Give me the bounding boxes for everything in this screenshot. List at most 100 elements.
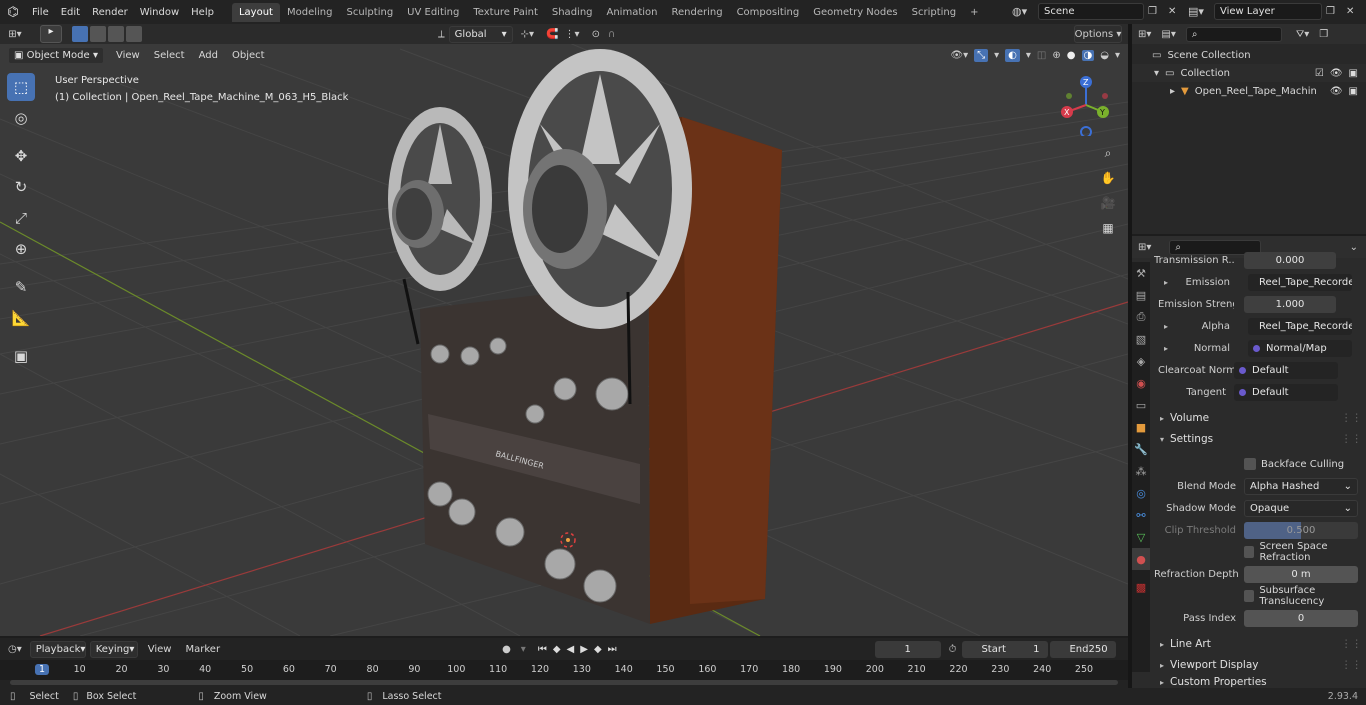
- falloff-icon[interactable]: ∩: [608, 29, 615, 40]
- backface-culling-checkbox[interactable]: [1244, 458, 1256, 470]
- exclude-checkbox-icon[interactable]: ☑: [1315, 68, 1324, 79]
- delete-view-layer-icon[interactable]: ✕: [1346, 6, 1358, 17]
- output-tab-icon[interactable]: ⎙: [1132, 306, 1150, 328]
- play-icon[interactable]: ▶: [580, 644, 588, 655]
- delete-scene-icon[interactable]: ✕: [1168, 6, 1182, 17]
- particles-tab-icon[interactable]: ⁂: [1132, 460, 1150, 482]
- visibility-icon[interactable]: 👁▾: [950, 50, 968, 61]
- view-layer-field[interactable]: View Layer: [1214, 3, 1322, 20]
- snap-icon[interactable]: 🧲: [546, 29, 558, 40]
- data-tab-icon[interactable]: ▽: [1132, 526, 1150, 548]
- transform-tool-icon[interactable]: ⊕: [7, 235, 35, 263]
- menu-file[interactable]: File: [26, 7, 55, 18]
- timeline-editor-icon[interactable]: ◷▾: [8, 644, 22, 655]
- record-icon[interactable]: ●: [502, 644, 511, 655]
- subsurface-translucency-row[interactable]: Subsurface Translucency: [1154, 585, 1366, 607]
- tool-tab-icon[interactable]: ⚒: [1132, 262, 1150, 284]
- subsurface-translucency-checkbox[interactable]: [1244, 590, 1255, 602]
- tab-shading[interactable]: Shading: [545, 3, 600, 22]
- cursor-tool-icon[interactable]: ◎: [7, 104, 35, 132]
- menu-add[interactable]: Add: [199, 50, 218, 61]
- tab-scripting[interactable]: Scripting: [905, 3, 963, 22]
- snap-settings-icon[interactable]: ⋮▾: [565, 29, 580, 40]
- drag-handle-icon[interactable]: ⋮⋮: [1341, 412, 1362, 424]
- scene-tab-icon[interactable]: ◈: [1132, 350, 1150, 372]
- xray-icon[interactable]: ◫: [1037, 50, 1046, 61]
- shading-dropdown-icon[interactable]: ▾: [1115, 50, 1120, 61]
- navigation-gizmo[interactable]: Z Y X: [1055, 74, 1117, 136]
- new-scene-icon[interactable]: ❐: [1148, 6, 1164, 17]
- overlay-toggle-icon[interactable]: ◐: [1005, 48, 1020, 62]
- overlay-dropdown-icon[interactable]: ▾: [1026, 50, 1031, 61]
- viewport-display-panel-header[interactable]: ▸ Viewport Display ⋮⋮: [1154, 655, 1366, 675]
- tab-sculpting[interactable]: Sculpting: [339, 3, 400, 22]
- camera-render-icon[interactable]: ▣: [1349, 68, 1358, 79]
- jump-end-icon[interactable]: ⏭: [608, 644, 617, 655]
- scene-icon[interactable]: ◍▾: [1012, 5, 1034, 18]
- new-view-layer-icon[interactable]: ❐: [1326, 6, 1342, 17]
- display-mode-icon[interactable]: ▤▾: [1161, 29, 1175, 40]
- play-reverse-icon[interactable]: ◀: [567, 644, 575, 655]
- outliner-row-object[interactable]: ▸ ▼ Open_Reel_Tape_Machin 👁 ▣: [1132, 82, 1366, 100]
- menu-view[interactable]: View: [116, 50, 140, 61]
- modifier-tab-icon[interactable]: 🔧: [1132, 438, 1150, 460]
- object-tab-icon[interactable]: ■: [1132, 416, 1150, 438]
- menu-window[interactable]: Window: [134, 7, 185, 18]
- filter-icon[interactable]: ⛛▾: [1296, 29, 1309, 40]
- add-workspace-icon[interactable]: +: [963, 3, 985, 22]
- wireframe-shading-icon[interactable]: ⊕: [1052, 50, 1060, 61]
- editor-type-icon[interactable]: ⊞▾: [0, 29, 30, 40]
- refraction-depth-field[interactable]: 0 m: [1244, 565, 1358, 583]
- eye-icon[interactable]: 👁: [1330, 86, 1343, 97]
- outliner-row-collection[interactable]: ▾ ▭ Collection ☑ 👁 ▣: [1132, 64, 1366, 82]
- new-collection-icon[interactable]: ❐: [1319, 29, 1328, 40]
- object-mode-dropdown[interactable]: ▣ Object Mode ▾: [8, 46, 104, 64]
- annotate-tool-icon[interactable]: ✎: [7, 273, 35, 301]
- alpha-link-field[interactable]: Reel_Tape_Recorder...: [1248, 317, 1353, 335]
- next-keyframe-icon[interactable]: ◆: [594, 644, 602, 655]
- solid-shading-icon[interactable]: ●: [1067, 50, 1076, 61]
- world-tab-icon[interactable]: ◉: [1132, 372, 1150, 394]
- box-select-invert-icon[interactable]: [126, 26, 142, 42]
- outliner-editor-icon[interactable]: ⊞▾: [1138, 29, 1151, 40]
- move-tool-icon[interactable]: ✥: [7, 142, 35, 170]
- drag-handle-icon[interactable]: ⋮⋮: [1341, 638, 1362, 650]
- tab-modeling[interactable]: Modeling: [280, 3, 340, 22]
- tab-uv-editing[interactable]: UV Editing: [400, 3, 466, 22]
- outliner-search-input[interactable]: ⌕: [1185, 26, 1282, 42]
- view-layer-tab-icon[interactable]: ▧: [1132, 328, 1150, 350]
- transform-orientation-dropdown[interactable]: Global ▾: [448, 25, 513, 43]
- options-button[interactable]: Options ▾: [1074, 25, 1122, 43]
- pan-hand-icon[interactable]: ✋: [1097, 167, 1119, 189]
- end-frame-field[interactable]: End 250: [1050, 640, 1117, 658]
- menu-object[interactable]: Object: [232, 50, 265, 61]
- box-select-extend-icon[interactable]: [90, 26, 106, 42]
- tab-texture-paint[interactable]: Texture Paint: [466, 3, 545, 22]
- pivot-icon[interactable]: ⊹▾: [521, 29, 534, 40]
- blender-logo-icon[interactable]: ⌬: [0, 5, 26, 20]
- emission-strength-field[interactable]: 1.000: [1244, 295, 1336, 313]
- custom-properties-panel-header[interactable]: ▸ Custom Properties: [1154, 676, 1366, 688]
- transmission-field[interactable]: 0.000: [1244, 251, 1336, 269]
- timeline-ruler[interactable]: 1 10 20 30 40 50 60 70 80 90 100 110 120 130 140 150 160…: [0, 660, 1128, 680]
- box-select-new-icon[interactable]: [72, 26, 88, 42]
- transform-orientation-icon[interactable]: ⟂: [438, 29, 445, 40]
- box-select-subtract-icon[interactable]: [108, 26, 124, 42]
- camera-icon[interactable]: 🎥: [1097, 192, 1119, 214]
- ortho-grid-icon[interactable]: ▦: [1097, 217, 1119, 239]
- measure-tool-icon[interactable]: 📐: [7, 304, 35, 332]
- timeline-scrollbar[interactable]: [10, 680, 1118, 685]
- material-tab-icon[interactable]: ●: [1132, 548, 1150, 570]
- emission-link-field[interactable]: Reel_Tape_Recorder...: [1248, 273, 1353, 291]
- clip-threshold-slider[interactable]: 0.500: [1244, 521, 1358, 539]
- tab-layout[interactable]: Layout: [231, 2, 280, 22]
- record-dropdown-icon[interactable]: ▾: [521, 644, 526, 655]
- material-shading-icon[interactable]: ◑: [1081, 49, 1095, 61]
- add-cube-tool-icon[interactable]: ▣: [7, 342, 35, 370]
- expand-arrow-icon[interactable]: ▾: [1154, 68, 1159, 79]
- rotate-tool-icon[interactable]: ↻: [7, 173, 35, 201]
- backface-culling-row[interactable]: Backface Culling: [1154, 454, 1366, 474]
- tangent-field[interactable]: Default: [1234, 383, 1338, 401]
- tab-geometry-nodes[interactable]: Geometry Nodes: [806, 3, 904, 22]
- playback-menu[interactable]: Playback ▾: [29, 640, 86, 658]
